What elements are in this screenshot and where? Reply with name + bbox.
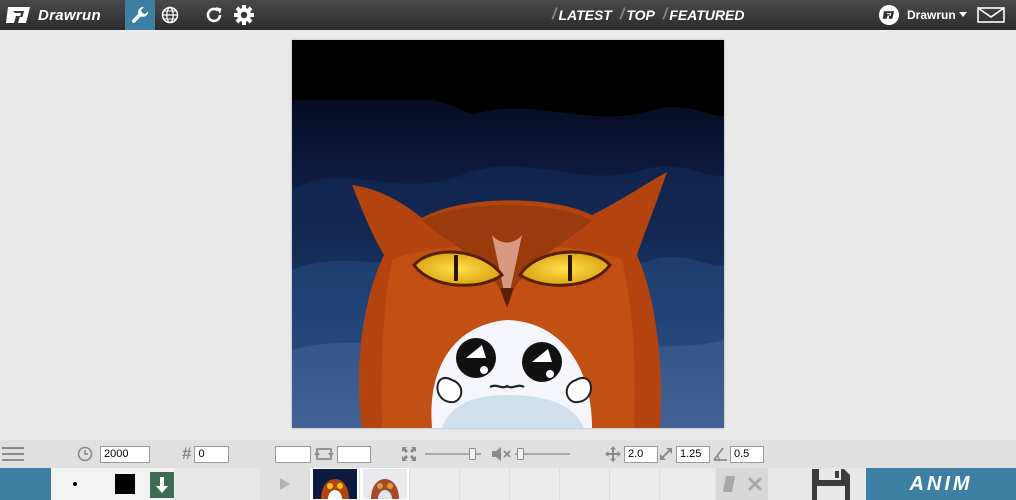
messages-button[interactable] — [977, 7, 1005, 28]
play-icon — [279, 478, 290, 490]
frame-actions — [716, 468, 768, 500]
refresh-button[interactable] — [199, 0, 229, 30]
nav-featured[interactable]: / FEATURED — [659, 6, 749, 24]
loop-end-input[interactable] — [337, 445, 371, 463]
angle-control — [713, 440, 764, 468]
empty-frame-slot[interactable] — [610, 468, 660, 500]
refresh-icon — [206, 7, 222, 23]
settings-button[interactable] — [229, 0, 259, 30]
control-bar: # — [0, 440, 1016, 468]
zoom-slider-thumb[interactable] — [469, 448, 476, 460]
loop-icon — [314, 448, 334, 460]
menu-icon — [2, 447, 24, 461]
empty-frame-slot[interactable] — [660, 468, 714, 500]
logo[interactable]: Drawrun — [4, 4, 101, 26]
angle-icon — [713, 447, 727, 461]
move-input[interactable] — [624, 445, 658, 463]
frame-number-control: # — [182, 440, 230, 468]
loop-start-input[interactable] — [275, 445, 311, 463]
bottom-bar: ANIM — [0, 468, 1016, 500]
anim-button-label: ANIM — [909, 472, 973, 495]
frame-thumbnail-owl — [312, 469, 357, 499]
move-icon — [605, 446, 621, 462]
user-menu[interactable]: Drawrun — [879, 5, 967, 25]
empty-frame-slot[interactable] — [560, 468, 610, 500]
arrow-down-icon — [156, 477, 168, 493]
empty-frame-slot[interactable] — [510, 468, 560, 500]
resize-icon — [402, 447, 416, 461]
volume-control — [491, 440, 513, 468]
layers-panel-toggle[interactable] — [0, 468, 51, 500]
scale-control — [659, 440, 710, 468]
drawing-canvas[interactable] — [292, 40, 724, 428]
canvas-artwork — [292, 40, 724, 428]
frame-thumbnail[interactable] — [360, 468, 410, 500]
tools-button[interactable] — [125, 0, 155, 30]
anim-button[interactable]: ANIM — [866, 468, 1016, 500]
globe-button[interactable] — [155, 0, 185, 30]
brush-size-dot[interactable] — [73, 482, 77, 486]
volume-slider-thumb[interactable] — [517, 448, 524, 460]
nav-top[interactable]: / TOP — [616, 6, 659, 24]
eraser-icon[interactable] — [722, 475, 736, 493]
drawrun-avatar-icon — [882, 11, 895, 19]
empty-frame-slot[interactable] — [460, 468, 510, 500]
download-button[interactable] — [150, 472, 174, 498]
user-name: Drawrun — [907, 8, 956, 22]
close-icon[interactable] — [747, 476, 763, 492]
globe-icon — [161, 6, 179, 24]
frame-number-input[interactable] — [194, 445, 230, 463]
top-bar: Drawrun / LATEST / TOP / FEATURED Drawru… — [0, 0, 1016, 30]
frame-delay-input[interactable] — [100, 445, 150, 463]
logo-text: Drawrun — [38, 6, 101, 24]
wrench-icon — [131, 7, 149, 23]
angle-input[interactable] — [730, 445, 764, 463]
scale-icon — [660, 448, 672, 460]
nav-latest[interactable]: / LATEST — [548, 6, 616, 24]
drawrun-logo-icon — [6, 7, 30, 23]
avatar — [879, 5, 899, 25]
loop-control — [275, 440, 371, 468]
scale-input[interactable] — [676, 445, 710, 463]
main-nav: / LATEST / TOP / FEATURED — [548, 0, 748, 30]
hash-icon: # — [182, 444, 192, 463]
move-control — [605, 440, 658, 468]
brush-tools — [51, 468, 175, 500]
menu-button[interactable] — [2, 440, 24, 468]
play-button[interactable] — [260, 468, 310, 500]
frames-strip — [260, 468, 714, 500]
clock-icon — [77, 446, 93, 462]
zoom-slider[interactable] — [425, 448, 481, 460]
save-button[interactable] — [810, 468, 852, 500]
volume-slider[interactable] — [515, 448, 570, 460]
gear-icon — [234, 5, 254, 25]
floppy-disk-icon — [812, 469, 850, 500]
frame-delay-control — [77, 440, 150, 468]
frame-thumbnail-owl-alt — [362, 469, 407, 499]
brush-color-swatch[interactable] — [115, 474, 135, 494]
mail-icon — [977, 7, 1005, 23]
mute-icon — [492, 447, 511, 461]
empty-frame-slot[interactable] — [410, 468, 460, 500]
caret-down-icon — [958, 12, 967, 17]
frame-thumbnail[interactable] — [310, 468, 360, 500]
zoom-control — [401, 440, 417, 468]
